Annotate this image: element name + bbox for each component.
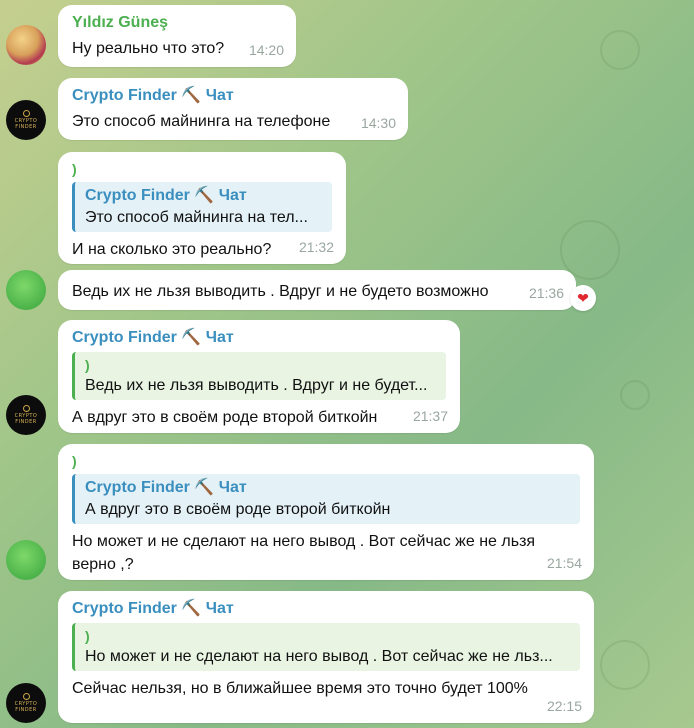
reply-quote[interactable]: Crypto Finder ⛏️ Чат А вдруг это в своём… xyxy=(72,474,580,524)
background-doodle xyxy=(600,640,650,690)
message-time: 21:36 xyxy=(528,285,564,301)
background-doodle xyxy=(600,30,640,70)
message-bubble[interactable]: Crypto Finder ⛏️ Чат Это способ майнинга… xyxy=(58,78,408,140)
quote-prefix: ) xyxy=(85,357,90,373)
forward-prefix: ) xyxy=(72,453,77,469)
quote-text: Это способ майнинга на тел... xyxy=(85,209,308,226)
message-bubble[interactable]: ) Crypto Finder ⛏️ Чат А вдруг это в сво… xyxy=(58,444,594,580)
message-text: Но может и не сделают на него вывод . Во… xyxy=(72,533,536,573)
message-bubble[interactable]: Crypto Finder ⛏️ Чат ) Но может и не сде… xyxy=(58,591,594,723)
avatar[interactable] xyxy=(6,270,46,310)
quote-prefix: ) xyxy=(85,628,90,644)
avatar-logo-text: CRYPTO FINDER xyxy=(14,701,38,713)
message-text: И на сколько это реально? xyxy=(72,241,272,258)
avatar-logo-text: CRYPTO FINDER xyxy=(14,413,38,425)
message-bubble[interactable]: Crypto Finder ⛏️ Чат ) Ведь их не льзя в… xyxy=(58,320,460,433)
message-time: 21:37 xyxy=(412,408,448,424)
message-time: 22:15 xyxy=(546,698,582,714)
message-text: Сейчас нельзя, но в ближайшее время это … xyxy=(72,680,528,697)
logo-icon xyxy=(22,693,30,700)
message-time: 14:30 xyxy=(360,115,396,131)
sender-name[interactable]: Crypto Finder ⛏️ Чат xyxy=(72,328,446,348)
message-time: 14:20 xyxy=(248,42,284,58)
message-text: Это способ майнинга на телефоне xyxy=(72,113,331,130)
reply-quote[interactable]: Crypto Finder ⛏️ Чат Это способ майнинга… xyxy=(72,182,332,232)
message-time: 21:54 xyxy=(546,555,582,571)
logo-icon xyxy=(22,405,30,412)
quote-text: Ведь их не льзя выводить . Вдруг и не бу… xyxy=(85,377,428,394)
sender-name[interactable]: Crypto Finder ⛏️ Чат xyxy=(72,86,394,106)
message-bubble[interactable]: Ведь их не льзя выводить . Вдруг и не бу… xyxy=(58,270,576,310)
sender-name[interactable]: Crypto Finder ⛏️ Чат xyxy=(72,599,580,619)
reply-quote[interactable]: ) Но может и не сделают на него вывод . … xyxy=(72,623,580,671)
heart-reaction-icon[interactable]: ❤ xyxy=(570,285,596,311)
forward-prefix: ) xyxy=(72,161,77,177)
avatar[interactable] xyxy=(6,540,46,580)
background-doodle xyxy=(620,380,650,410)
logo-icon xyxy=(22,110,30,117)
message-text: Ведь их не льзя выводить . Вдруг и не бу… xyxy=(72,283,489,300)
message-text: А вдруг это в своём роде второй биткойн xyxy=(72,409,378,426)
quote-sender: Crypto Finder ⛏️ Чат xyxy=(85,187,247,204)
quote-text: Но может и не сделают на него вывод . Во… xyxy=(85,648,553,665)
message-time: 21:32 xyxy=(298,239,334,255)
avatar[interactable]: CRYPTO FINDER xyxy=(6,100,46,140)
message-bubble[interactable]: Yıldız Güneş Ну реально что это? 14:20 xyxy=(58,5,296,67)
message-bubble[interactable]: ) Crypto Finder ⛏️ Чат Это способ майнин… xyxy=(58,152,346,264)
avatar[interactable] xyxy=(6,25,46,65)
avatar-logo-text: CRYPTO FINDER xyxy=(14,118,38,130)
avatar[interactable]: CRYPTO FINDER xyxy=(6,683,46,723)
quote-sender: Crypto Finder ⛏️ Чат xyxy=(85,479,247,496)
reply-quote[interactable]: ) Ведь их не льзя выводить . Вдруг и не … xyxy=(72,352,446,400)
quote-text: А вдруг это в своём роде второй биткойн xyxy=(85,501,391,518)
sender-name[interactable]: Yıldız Güneş xyxy=(72,13,282,33)
avatar[interactable]: CRYPTO FINDER xyxy=(6,395,46,435)
